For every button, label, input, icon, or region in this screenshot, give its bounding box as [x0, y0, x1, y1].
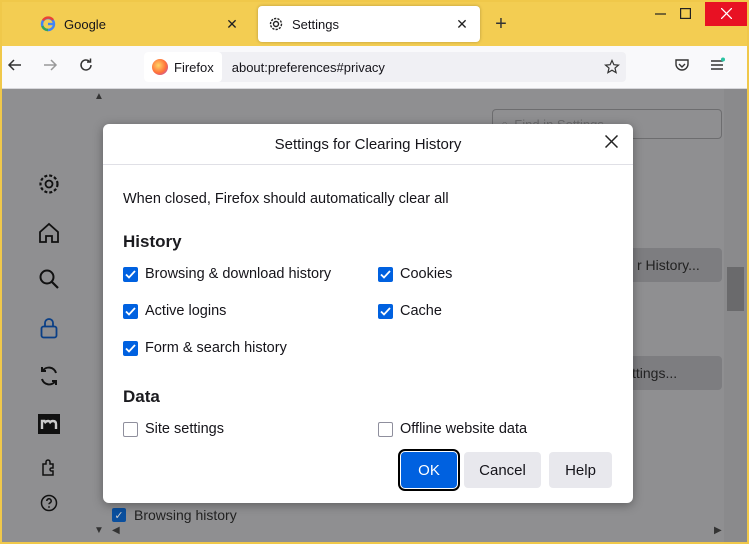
lock-icon[interactable]: [35, 314, 63, 342]
cookies-checkbox[interactable]: Cookies: [378, 266, 452, 282]
checkbox-label: Cache: [400, 303, 442, 319]
google-icon: [40, 16, 56, 32]
cache-checkbox[interactable]: Cache: [378, 303, 442, 319]
tab-label: Settings: [292, 16, 339, 32]
browsing-history-label: Browsing history: [134, 507, 237, 523]
checkmark-icon: [123, 303, 138, 319]
dialog-close-button[interactable]: [601, 134, 621, 154]
scrollbar-thumb[interactable]: [727, 267, 744, 311]
navigation-toolbar: Firefox about:preferences#privacy: [2, 46, 747, 89]
gear-icon[interactable]: [35, 170, 63, 198]
maximize-button[interactable]: [668, 2, 702, 26]
active-logins-checkbox[interactable]: Active logins: [123, 303, 226, 319]
checkbox-label: Cookies: [400, 266, 453, 282]
new-tab-button[interactable]: +: [490, 12, 512, 36]
hamburger-menu-icon: [709, 57, 725, 78]
help-icon[interactable]: [35, 489, 63, 517]
dialog-title: Settings for Clearing History: [274, 136, 462, 153]
close-icon: [720, 7, 732, 22]
checkbox-label: Offline website data: [400, 421, 528, 437]
browsing-download-history-checkbox[interactable]: Browsing & download history: [123, 266, 331, 282]
extensions-icon[interactable]: [35, 453, 63, 481]
pocket-button[interactable]: [671, 56, 693, 78]
chevron-right-icon: ▶: [714, 525, 722, 536]
checkmark-icon: [378, 303, 393, 319]
identity-label: Firefox: [174, 59, 214, 75]
tab-label: Google: [64, 16, 106, 32]
window-close-button[interactable]: [705, 2, 747, 26]
checkmark-icon: [378, 266, 393, 282]
form-search-history-checkbox[interactable]: Form & search history: [123, 340, 287, 356]
search-icon[interactable]: [35, 265, 63, 293]
checkbox-label: Active logins: [145, 303, 227, 319]
history-settings-label: ttings...: [632, 365, 678, 381]
sync-icon[interactable]: [35, 362, 63, 390]
close-icon[interactable]: ✕: [454, 16, 470, 32]
close-icon: [604, 134, 618, 153]
clear-history-label: r History...: [637, 257, 700, 273]
checkbox-label: Browsing & download history: [145, 266, 332, 282]
site-settings-checkbox[interactable]: Site settings: [123, 421, 224, 437]
clear-history-dialog: Settings for Clearing History When close…: [103, 124, 633, 503]
url-text[interactable]: about:preferences#privacy: [232, 60, 385, 75]
checkbox-box: [123, 421, 138, 437]
data-heading: Data: [123, 387, 160, 406]
minimize-icon: [654, 7, 666, 22]
mozilla-icon[interactable]: [35, 410, 63, 438]
checkbox-label: Form & search history: [145, 340, 287, 356]
chevron-left-icon: ◀: [112, 525, 120, 536]
offline-website-data-checkbox[interactable]: Offline website data: [378, 421, 527, 437]
url-bar[interactable]: Firefox about:preferences#privacy: [144, 52, 626, 82]
identity-box[interactable]: Firefox: [144, 52, 222, 82]
help-button[interactable]: Help: [549, 452, 612, 488]
back-button[interactable]: [4, 56, 26, 78]
history-heading: History: [123, 232, 182, 251]
chevron-up-icon: ▲: [94, 91, 104, 102]
chevron-down-icon: ▼: [94, 525, 104, 536]
tab-google[interactable]: Google ✕: [30, 6, 250, 42]
checkmark-icon: ✓: [112, 508, 126, 522]
tab-strip: Google ✕ Settings ✕ +: [2, 2, 747, 46]
checkmark-icon: [123, 266, 138, 282]
home-icon[interactable]: [35, 219, 63, 247]
cancel-button[interactable]: Cancel: [464, 452, 541, 488]
checkbox-box: [378, 421, 393, 437]
pocket-icon: [674, 57, 690, 78]
star-icon[interactable]: [604, 59, 620, 80]
firefox-logo-icon: [152, 59, 168, 75]
ok-button[interactable]: OK: [398, 449, 460, 491]
checkbox-label: Site settings: [145, 421, 224, 437]
arrow-right-icon: [42, 57, 58, 78]
tab-settings[interactable]: Settings ✕: [258, 6, 480, 42]
forward-button[interactable]: [39, 56, 61, 78]
dialog-header: Settings for Clearing History: [103, 124, 633, 165]
browsing-history-checkbox[interactable]: ✓ Browsing history: [112, 507, 237, 523]
menu-button[interactable]: [706, 56, 728, 78]
maximize-icon: [679, 7, 691, 22]
checkmark-icon: [123, 340, 138, 356]
vertical-scrollbar[interactable]: [724, 89, 747, 542]
gear-icon: [268, 16, 284, 32]
reload-button[interactable]: [75, 56, 97, 78]
dialog-description: When closed, Firefox should automaticall…: [123, 191, 449, 207]
arrow-left-icon: [7, 57, 23, 78]
reload-icon: [78, 57, 94, 78]
close-icon[interactable]: ✕: [224, 16, 240, 32]
browser-window: Google ✕ Settings ✕ + Firefox about:pref…: [2, 2, 747, 542]
